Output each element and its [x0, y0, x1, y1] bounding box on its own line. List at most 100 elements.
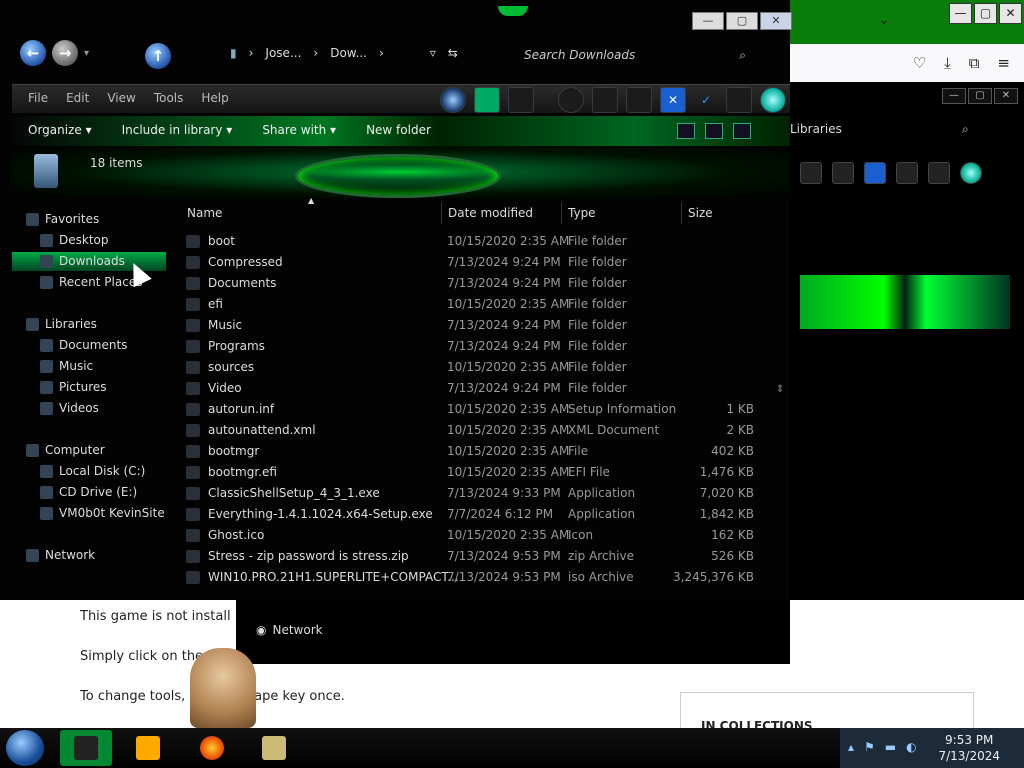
- column-divider[interactable]: [561, 202, 562, 224]
- table-row[interactable]: Documents 7/13/2024 9:24 PM File folder: [186, 273, 766, 294]
- taskbar-firefox[interactable]: [186, 730, 238, 766]
- sidebar-item-local-disk[interactable]: Local Disk (C:): [40, 464, 145, 478]
- bg-close-button[interactable]: ✕: [999, 3, 1022, 24]
- sidebar-item-libraries[interactable]: Libraries: [26, 317, 97, 331]
- sidebar-item-desktop[interactable]: Desktop: [40, 233, 109, 247]
- copy-icon[interactable]: [800, 162, 822, 184]
- table-row[interactable]: bootmgr.efi 10/15/2020 2:35 AM EFI File 1,4…: [186, 462, 766, 483]
- view-options-icon[interactable]: [677, 123, 695, 139]
- sidebar-item-computer[interactable]: Computer: [26, 443, 105, 457]
- search-icon[interactable]: ⌕: [962, 122, 969, 137]
- include-in-library-button[interactable]: Include in library ▾: [122, 123, 233, 137]
- sidebar-item-pictures[interactable]: Pictures: [40, 380, 107, 394]
- table-row[interactable]: Everything-1.4.1.1024.x64-Setup.exe 7/7/2…: [186, 504, 766, 525]
- camera-icon[interactable]: [928, 162, 950, 184]
- table-row[interactable]: Programs 7/13/2024 9:24 PM File folder: [186, 336, 766, 357]
- share-with-button[interactable]: Share with ▾: [262, 123, 336, 137]
- camera-icon[interactable]: [726, 87, 752, 113]
- column-name[interactable]: Name: [187, 206, 222, 220]
- window-icon[interactable]: [474, 87, 500, 113]
- second-minimize-button[interactable]: —: [942, 88, 966, 104]
- new-folder-button[interactable]: New folder: [366, 123, 431, 137]
- menu-help[interactable]: Help: [201, 91, 228, 105]
- table-row[interactable]: ClassicShellSetup_4_3_1.exe 7/13/2024 9:3…: [186, 483, 766, 504]
- preview-pane-icon[interactable]: [705, 123, 723, 139]
- taskbar-folder[interactable]: [248, 730, 300, 766]
- table-row[interactable]: autounattend.xml 10/15/2020 2:35 AM XML Do…: [186, 420, 766, 441]
- table-row[interactable]: efi 10/15/2020 2:35 AM File folder: [186, 294, 766, 315]
- table-row[interactable]: bootmgr 10/15/2020 2:35 AM File 402 KB: [186, 441, 766, 462]
- properties-icon[interactable]: [508, 87, 534, 113]
- sidebar-item-vm[interactable]: VM0b0t KevinSite: [40, 506, 165, 520]
- tray-expand-icon[interactable]: ▴: [848, 740, 854, 754]
- delete-icon[interactable]: [864, 162, 886, 184]
- start-button[interactable]: [6, 730, 44, 766]
- list-icon[interactable]: [626, 87, 652, 113]
- display-icon[interactable]: ▬: [885, 740, 896, 754]
- column-size[interactable]: Size: [688, 206, 713, 220]
- sidebar-item-favorites[interactable]: Favorites: [26, 212, 99, 226]
- address-dropdown-icon[interactable]: ▿: [430, 46, 436, 60]
- back-button[interactable]: ←: [20, 40, 46, 66]
- taskbar-media-player[interactable]: [122, 730, 174, 766]
- column-type[interactable]: Type: [568, 206, 596, 220]
- sidebar-item-network-2[interactable]: ◉ Network: [256, 623, 323, 637]
- download-icon[interactable]: ⤓: [944, 54, 951, 72]
- table-row[interactable]: autorun.inf 10/15/2020 2:35 AM Setup Infor…: [186, 399, 766, 420]
- table-row[interactable]: sources 10/15/2020 2:35 AM File folder: [186, 357, 766, 378]
- help-icon[interactable]: [733, 123, 751, 139]
- history-dropdown-icon[interactable]: ▾: [84, 48, 89, 59]
- breadcrumb-item[interactable]: Jose...: [265, 46, 301, 60]
- clock[interactable]: 9:53 PM 7/13/2024: [938, 732, 1000, 764]
- breadcrumb-item[interactable]: Dow...: [330, 46, 367, 60]
- second-close-button[interactable]: ✕: [994, 88, 1018, 104]
- search-icon[interactable]: ⌕: [739, 44, 746, 66]
- check-icon[interactable]: [896, 162, 918, 184]
- globe-icon[interactable]: [960, 162, 982, 184]
- table-row[interactable]: boot 10/15/2020 2:35 AM File folder: [186, 231, 766, 252]
- forward-button[interactable]: →: [52, 40, 78, 66]
- minimize-button[interactable]: —: [692, 12, 724, 30]
- close-button[interactable]: ✕: [760, 12, 792, 30]
- table-row[interactable]: Stress - zip password is stress.zip 7/13/…: [186, 546, 766, 567]
- sidebar-item-cd-drive[interactable]: CD Drive (E:): [40, 485, 137, 499]
- taskbar-explorer[interactable]: [60, 730, 112, 766]
- sidebar-item-music[interactable]: Music: [40, 359, 93, 373]
- bg-maximize-button[interactable]: ▢: [974, 3, 997, 24]
- table-row[interactable]: Video 7/13/2024 9:24 PM File folder: [186, 378, 766, 399]
- list-icon[interactable]: [832, 162, 854, 184]
- menu-file[interactable]: File: [28, 91, 48, 105]
- delete-icon[interactable]: ✕: [660, 87, 686, 113]
- refresh-icon[interactable]: ⇆: [448, 46, 458, 60]
- sidebar-item-network[interactable]: Network: [26, 548, 95, 562]
- sidebar-item-downloads[interactable]: Downloads: [40, 254, 125, 268]
- sidebar-item-documents[interactable]: Documents: [40, 338, 127, 352]
- menu-icon[interactable]: ≡: [997, 54, 1010, 72]
- scroll-indicator-icon[interactable]: ⇕: [776, 384, 784, 395]
- bg-minimize-button[interactable]: —: [949, 3, 972, 24]
- up-button[interactable]: ↑: [145, 43, 171, 69]
- check-icon[interactable]: ✓: [694, 88, 718, 112]
- search-input[interactable]: Search Downloads ⌕: [500, 44, 760, 66]
- table-row[interactable]: WIN10.PRO.21H1.SUPERLITE+COMPACT... 7/13/…: [186, 567, 766, 588]
- sidebar-item-recent-places[interactable]: Recent Places: [40, 275, 142, 289]
- flag-icon[interactable]: ⚑: [864, 740, 875, 754]
- organize-button[interactable]: Organize ▾: [28, 123, 92, 137]
- menu-view[interactable]: View: [107, 91, 135, 105]
- table-row[interactable]: Music 7/13/2024 9:24 PM File folder: [186, 315, 766, 336]
- sidebar-item-videos[interactable]: Videos: [40, 401, 99, 415]
- second-maximize-button[interactable]: ▢: [968, 88, 992, 104]
- pocket-icon[interactable]: ♡: [913, 54, 926, 72]
- column-divider[interactable]: [441, 202, 442, 224]
- copy-icon[interactable]: [592, 87, 618, 113]
- menu-tools[interactable]: Tools: [154, 91, 184, 105]
- cd-icon[interactable]: [558, 87, 584, 113]
- table-row[interactable]: Compressed 7/13/2024 9:24 PM File folder: [186, 252, 766, 273]
- volume-icon[interactable]: ◐: [906, 740, 916, 754]
- column-date[interactable]: Date modified: [448, 206, 533, 220]
- extensions-icon[interactable]: ⧉: [969, 54, 980, 72]
- chevron-down-icon[interactable]: ⌄: [878, 12, 890, 28]
- table-row[interactable]: Ghost.ico 10/15/2020 2:35 AM Icon 162 KB: [186, 525, 766, 546]
- maximize-button[interactable]: ▢: [726, 12, 758, 30]
- dropdown-icon[interactable]: [542, 88, 550, 112]
